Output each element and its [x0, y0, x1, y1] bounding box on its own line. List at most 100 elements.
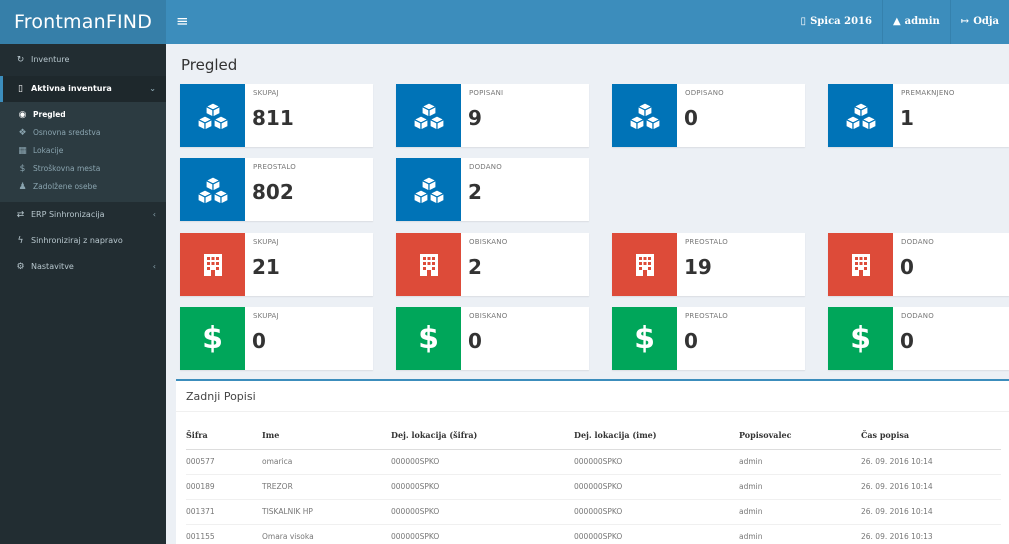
- column-header[interactable]: Dej. lokacija (ime): [574, 421, 739, 450]
- divider: [176, 411, 1009, 412]
- table-row[interactable]: 000189 TREZOR 000000SPKO 000000SPKO admi…: [186, 473, 1001, 499]
- building-icon: [612, 233, 677, 296]
- stat-label: OBISKANO: [469, 312, 508, 320]
- stat-value: 21: [252, 255, 280, 279]
- table-cell: 000000SPKO: [574, 523, 739, 544]
- navbar-right: ▯ Spica 2016 ▲ admin ↦ Odja: [791, 0, 1009, 44]
- table-cell: omarica: [262, 448, 391, 474]
- stat-label: SKUPAJ: [253, 89, 279, 97]
- table-cell: 000577: [186, 448, 262, 474]
- stat-label: PREMAKNJENO: [901, 89, 955, 97]
- sidebar-item-settings[interactable]: ⚙ Nastavitve ‹: [0, 254, 166, 280]
- table-cell: 26. 09. 2016 10:14: [861, 448, 1001, 474]
- user-label: admin: [904, 16, 940, 27]
- stat-box-cost-centers-added: $ DODANO 0: [828, 307, 1009, 370]
- table-row[interactable]: 000577 omarica 000000SPKO 000000SPKO adm…: [186, 448, 1001, 474]
- user-icon: ▲: [892, 16, 901, 27]
- sidebar-item-erp[interactable]: ⇄ ERP Sinhronizacija ‹: [0, 202, 166, 228]
- building-icon: ▦: [18, 146, 27, 156]
- building-icon: [828, 233, 893, 296]
- table-cell: 000000SPKO: [574, 498, 739, 524]
- column-header[interactable]: Popisovalec: [739, 421, 861, 450]
- sidebar-item-label: Stroškovna mesta: [33, 164, 101, 173]
- sidebar: ↻ Inventure ▯ Aktivna inventura ⌄ ◉ Preg…: [0, 44, 166, 544]
- cubes-icon: [396, 158, 461, 221]
- spica-label: Spica 2016: [810, 16, 872, 27]
- brand-logo[interactable]: FrontmanFIND: [0, 0, 166, 44]
- stat-box-locations-added: DODANO 0: [828, 233, 1009, 296]
- file-icon: ▯: [800, 16, 807, 27]
- dashboard-icon: ◉: [18, 110, 27, 120]
- cubes-icon: ❖: [18, 128, 27, 138]
- sign-out-icon: ↦: [960, 16, 970, 27]
- table-row[interactable]: 001371 TISKALNIK HP 000000SPKO 000000SPK…: [186, 498, 1001, 524]
- sidebar-item-cost-centers[interactable]: $ Stroškovna mesta: [0, 160, 166, 178]
- stat-value: 9: [468, 106, 482, 130]
- sidebar-item-label: Zadolžene osebe: [33, 182, 97, 191]
- sidebar-item-assets[interactable]: ❖ Osnovna sredstva: [0, 124, 166, 142]
- dollar-icon: $: [180, 307, 245, 370]
- stat-value: 2: [468, 180, 482, 204]
- table-cell: 000000SPKO: [391, 473, 574, 499]
- table-cell: 26. 09. 2016 10:14: [861, 473, 1001, 499]
- sidebar-item-sync[interactable]: ϟ Sinhroniziraj z napravo: [0, 228, 166, 254]
- stat-label: POPISANI: [469, 89, 504, 97]
- chevron-left-icon: ‹: [152, 210, 156, 219]
- sidebar-item-active-inventory[interactable]: ▯ Aktivna inventura ⌄: [0, 76, 166, 102]
- stat-value: 811: [252, 106, 294, 130]
- sidebar-item-label: Nastavitve: [31, 262, 74, 271]
- table-cell: 000000SPKO: [391, 448, 574, 474]
- stat-value: 0: [684, 329, 698, 353]
- logout-label: Odja: [973, 16, 999, 27]
- sidebar-item-inventure[interactable]: ↻ Inventure: [0, 44, 166, 76]
- table-header-row: Šifra Ime Dej. lokacija (šifra) Dej. lok…: [186, 421, 1001, 450]
- stat-value: 0: [900, 255, 914, 279]
- stat-label: PREOSTALO: [685, 238, 728, 246]
- stat-box-assets-remaining: PREOSTALO 802: [180, 158, 373, 221]
- column-header[interactable]: Dej. lokacija (šifra): [391, 421, 574, 450]
- page-title: Pregled: [181, 56, 238, 74]
- stat-box-assets-moved: PREMAKNJENO 1: [828, 84, 1009, 147]
- chevron-down-icon: ⌄: [149, 84, 156, 93]
- table-cell: 000000SPKO: [391, 498, 574, 524]
- sidebar-item-persons[interactable]: ♟ Zadolžene osebe: [0, 178, 166, 196]
- column-header[interactable]: Šifra: [186, 421, 262, 450]
- exchange-icon: ⇄: [16, 210, 25, 220]
- sidebar-item-locations[interactable]: ▦ Lokacije: [0, 142, 166, 160]
- recent-inventories-table: Šifra Ime Dej. lokacija (šifra) Dej. lok…: [186, 421, 1001, 544]
- stat-box-assets-written-off: ODPISANO 0: [612, 84, 805, 147]
- table-cell: TREZOR: [262, 473, 391, 499]
- stat-label: ODPISANO: [685, 89, 724, 97]
- stat-box-locations-remaining: PREOSTALO 19: [612, 233, 805, 296]
- sidebar-item-label: Osnovna sredstva: [33, 128, 101, 137]
- spica-menu[interactable]: ▯ Spica 2016: [791, 0, 882, 44]
- stat-box-locations-total: SKUPAJ 21: [180, 233, 373, 296]
- stat-value: 0: [468, 329, 482, 353]
- chevron-left-icon: ‹: [152, 262, 156, 271]
- stat-value: 1: [900, 106, 914, 130]
- column-header[interactable]: Ime: [262, 421, 391, 450]
- dollar-icon: $: [396, 307, 461, 370]
- table-cell: admin: [739, 473, 861, 499]
- table-cell: 000000SPKO: [574, 448, 739, 474]
- table-row[interactable]: 001155 Omara visoka 000000SPKO 000000SPK…: [186, 523, 1001, 544]
- column-header[interactable]: Čas popisa: [861, 421, 1001, 450]
- sidebar-item-label: Inventure: [31, 55, 70, 64]
- stat-value: 0: [252, 329, 266, 353]
- bars-icon[interactable]: ≡: [176, 12, 194, 30]
- stat-value: 2: [468, 255, 482, 279]
- logout-button[interactable]: ↦ Odja: [949, 0, 1009, 44]
- history-icon: ↻: [16, 55, 25, 65]
- user-menu[interactable]: ▲ admin: [881, 0, 950, 44]
- building-icon: [180, 233, 245, 296]
- cubes-icon: [396, 84, 461, 147]
- bolt-icon: ϟ: [17, 236, 24, 246]
- table-cell: TISKALNIK HP: [262, 498, 391, 524]
- table-cell: 000000SPKO: [391, 523, 574, 544]
- stat-box-assets-counted: POPISANI 9: [396, 84, 589, 147]
- stat-label: SKUPAJ: [253, 238, 279, 246]
- panel-title: Zadnji Popisi: [186, 390, 256, 403]
- sidebar-item-pregled[interactable]: ◉ Pregled: [0, 106, 166, 124]
- stat-label: SKUPAJ: [253, 312, 279, 320]
- gears-icon: ⚙: [16, 262, 25, 272]
